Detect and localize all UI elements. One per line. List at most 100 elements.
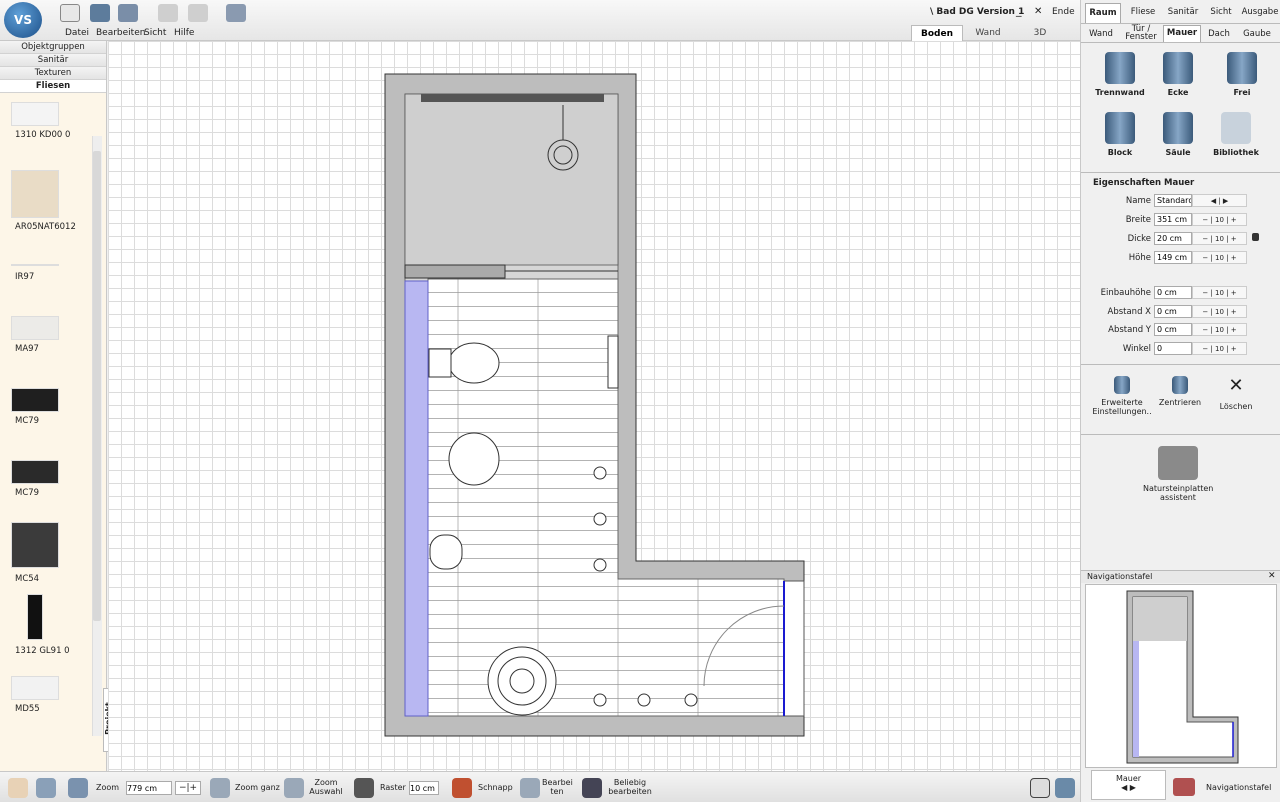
subtab-dach[interactable]: Dach bbox=[1203, 29, 1235, 39]
tab-sicht[interactable]: Sicht bbox=[1203, 7, 1239, 17]
subtab-mauer[interactable]: Mauer bbox=[1163, 25, 1201, 42]
plus-icon[interactable]: + bbox=[1231, 345, 1237, 353]
prop-stepper[interactable]: − | 10 | + bbox=[1192, 342, 1247, 355]
menu-datei[interactable]: Datei bbox=[65, 28, 89, 38]
category-fliesen[interactable]: Fliesen bbox=[0, 80, 106, 93]
prop-stepper[interactable]: ◀ | ▶ bbox=[1192, 194, 1247, 207]
next-arrow-icon[interactable]: ▶ bbox=[1223, 197, 1228, 205]
menu-bearbeiten[interactable]: Bearbeiten bbox=[96, 28, 145, 38]
exit-button[interactable]: Ende bbox=[1052, 7, 1075, 17]
plus-icon[interactable]: + bbox=[1231, 326, 1237, 334]
prop-input[interactable] bbox=[1154, 286, 1192, 299]
navigation-minimap[interactable] bbox=[1085, 584, 1277, 768]
undo-icon[interactable] bbox=[158, 4, 178, 22]
ecke-button[interactable]: Ecke bbox=[1143, 52, 1213, 97]
save-icon[interactable] bbox=[118, 4, 138, 22]
print-icon[interactable] bbox=[226, 4, 246, 22]
tile-item[interactable]: MA97 bbox=[11, 316, 59, 354]
edit-icon[interactable] bbox=[520, 778, 540, 798]
tab-boden[interactable]: Boden bbox=[911, 25, 963, 41]
prev-arrow-icon[interactable]: ◀ bbox=[1211, 197, 1216, 205]
tab-3d[interactable]: 3D bbox=[1014, 25, 1066, 41]
prop-input[interactable] bbox=[1154, 232, 1192, 245]
plus-icon[interactable]: + bbox=[1231, 235, 1237, 243]
tile-item[interactable]: MC79 bbox=[11, 460, 59, 498]
zoom-stepper[interactable]: −|+ bbox=[175, 781, 201, 795]
tile-item[interactable]: 1312 GL91 0 bbox=[11, 594, 70, 656]
minus-icon[interactable]: − bbox=[1202, 326, 1208, 334]
snap-magnet-icon[interactable] bbox=[452, 778, 472, 798]
plus-icon[interactable]: + bbox=[1231, 289, 1237, 297]
menu-sicht[interactable]: Sicht bbox=[144, 28, 166, 38]
natursteinplatten-button[interactable]: Natursteinplatten assistent bbox=[1143, 446, 1213, 502]
prop-stepper[interactable]: − | 10 | + bbox=[1192, 305, 1247, 318]
prop-stepper[interactable]: − | 10 | + bbox=[1192, 286, 1247, 299]
tab-ausgabe[interactable]: Ausgabe bbox=[1239, 7, 1280, 17]
tab-wand[interactable]: Wand bbox=[962, 25, 1014, 41]
grid-icon[interactable] bbox=[354, 778, 374, 798]
tile-item[interactable]: IR97 bbox=[11, 244, 59, 282]
menu-hilfe[interactable]: Hilfe bbox=[174, 28, 194, 38]
prop-stepper[interactable]: − | 10 | + bbox=[1192, 323, 1247, 336]
tile-item[interactable]: MC79 bbox=[11, 388, 59, 426]
plus-icon[interactable]: + bbox=[1231, 308, 1237, 316]
subtab-tuer-fenster[interactable]: Tür / Fenster bbox=[1121, 25, 1161, 42]
category-texturen[interactable]: Texturen bbox=[0, 67, 106, 80]
free-edit-icon[interactable] bbox=[582, 778, 602, 798]
bibliothek-button[interactable]: Bibliothek bbox=[1201, 112, 1271, 157]
raster-input[interactable] bbox=[409, 781, 439, 795]
pan-hand-icon[interactable] bbox=[8, 778, 28, 798]
tile-item[interactable]: MD55 bbox=[11, 676, 59, 714]
frei-button[interactable]: Frei bbox=[1207, 52, 1277, 97]
minus-icon[interactable]: − bbox=[1202, 345, 1208, 353]
layer-icon[interactable] bbox=[1055, 778, 1075, 798]
minus-icon[interactable]: − bbox=[1202, 308, 1208, 316]
zoom-ganz-label[interactable]: Zoom ganz bbox=[235, 783, 280, 792]
plus-icon[interactable]: + bbox=[1231, 216, 1237, 224]
prop-input[interactable] bbox=[1154, 251, 1192, 264]
zoom-auswahl-label[interactable]: Zoom Auswahl bbox=[308, 778, 344, 796]
floor-plan-canvas[interactable] bbox=[108, 41, 1080, 771]
prop-input[interactable] bbox=[1154, 213, 1192, 226]
new-file-icon[interactable] bbox=[60, 4, 80, 22]
prop-input[interactable] bbox=[1154, 305, 1192, 318]
minus-icon[interactable]: − bbox=[1202, 254, 1208, 262]
category-objektgruppen[interactable]: Objektgruppen bbox=[0, 41, 106, 54]
zoom-fit-icon[interactable] bbox=[210, 778, 230, 798]
prop-input[interactable] bbox=[1154, 194, 1192, 207]
schnapp-label[interactable]: Schnapp bbox=[478, 783, 513, 792]
close-button[interactable]: ✕ bbox=[1034, 6, 1042, 17]
tab-sanitaer[interactable]: Sanitär bbox=[1163, 7, 1203, 17]
tab-fliese[interactable]: Fliese bbox=[1125, 7, 1161, 17]
tile-item[interactable]: 1310 KD00 0 bbox=[11, 102, 70, 140]
nav-panel-icon[interactable] bbox=[1173, 778, 1195, 796]
minus-icon[interactable]: − bbox=[1202, 235, 1208, 243]
prop-stepper[interactable]: − | 10 | + bbox=[1192, 251, 1247, 264]
lock-icon[interactable] bbox=[1252, 233, 1259, 241]
prop-stepper[interactable]: − | 10 | + bbox=[1192, 232, 1247, 245]
subtab-wand[interactable]: Wand bbox=[1085, 29, 1117, 39]
zoom-magnifier-icon[interactable] bbox=[68, 778, 88, 798]
scrollbar-thumb[interactable] bbox=[93, 151, 101, 621]
loeschen-button[interactable]: ✕ Löschen bbox=[1201, 376, 1271, 412]
minimize-button[interactable]: _ bbox=[1016, 4, 1022, 17]
beliebig-label[interactable]: Beliebig bearbeiten bbox=[608, 778, 652, 796]
prop-input[interactable] bbox=[1154, 323, 1192, 336]
tab-raum[interactable]: Raum bbox=[1085, 3, 1121, 23]
minus-icon[interactable]: − bbox=[1202, 216, 1208, 224]
prop-input[interactable] bbox=[1154, 342, 1192, 355]
subtab-gaube[interactable]: Gaube bbox=[1237, 29, 1277, 39]
category-sanitaer[interactable]: Sanitär bbox=[0, 54, 106, 67]
zoom-selection-icon[interactable] bbox=[284, 778, 304, 798]
tile-item[interactable]: MC54 bbox=[11, 522, 59, 584]
plus-icon[interactable]: + bbox=[1231, 254, 1237, 262]
zoom-input[interactable] bbox=[126, 781, 172, 795]
bottom-tab-navigationstafel[interactable]: Navigationstafel bbox=[1206, 783, 1271, 792]
minus-icon[interactable]: − bbox=[1202, 289, 1208, 297]
pick-tool-icon[interactable] bbox=[36, 778, 56, 798]
tile-item[interactable]: AR05NAT6012 bbox=[11, 170, 76, 232]
measure-icon[interactable] bbox=[1030, 778, 1050, 798]
prop-stepper[interactable]: − | 10 | + bbox=[1192, 213, 1247, 226]
bottom-tab-mauer[interactable]: Mauer ◀ ▶ bbox=[1091, 770, 1166, 800]
redo-icon[interactable] bbox=[188, 4, 208, 22]
